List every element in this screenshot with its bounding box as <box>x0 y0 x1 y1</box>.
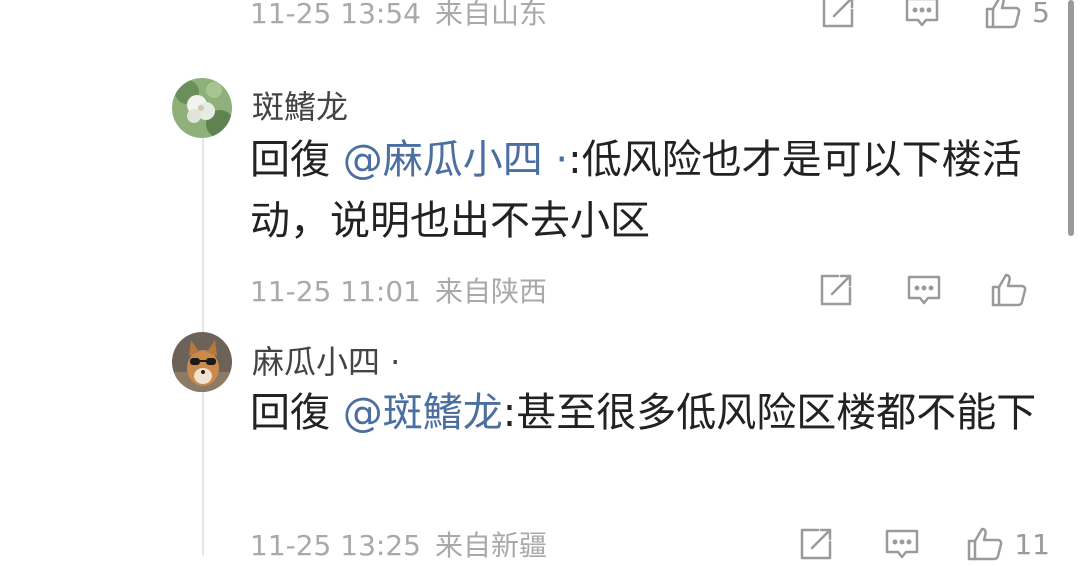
comment-button[interactable] <box>884 526 920 562</box>
share-icon <box>801 528 832 560</box>
comment-body: 回復 @麻瓜小四 ·:低风险也才是可以下楼活动，说明也出不去小区 <box>250 130 1050 252</box>
comment-actions: 11 <box>798 522 1050 566</box>
comment-icon <box>907 275 941 305</box>
share-icon <box>820 274 852 306</box>
like-icon <box>991 273 1027 307</box>
comment-meta: 11-25 11:01 来自陕西 <box>250 268 1050 312</box>
like-button[interactable]: 5 <box>984 0 1050 30</box>
comment-text: :甚至很多低风险区楼都不能下 <box>502 390 1037 436</box>
reply-prefix: 回復 <box>250 137 330 183</box>
share-icon <box>822 0 854 28</box>
like-button[interactable]: 11 <box>966 526 1050 562</box>
avatar-flower-image <box>172 78 232 138</box>
share-button[interactable] <box>820 0 856 30</box>
comment-button[interactable] <box>906 272 942 308</box>
comment-source: 来自新疆 <box>434 529 547 562</box>
comment-source: 来自山东 <box>434 0 547 30</box>
comment-meta: 11-25 13:25 来自新疆 11 <box>250 522 1050 566</box>
like-icon <box>968 527 1003 561</box>
comment-button[interactable] <box>904 0 940 30</box>
comment-time: 11-25 13:54 <box>250 0 421 30</box>
comment-actions <box>818 268 1050 312</box>
comment-time: 11-25 13:25 <box>250 529 421 562</box>
share-button[interactable] <box>818 272 854 308</box>
mention-link[interactable]: @斑鰭龙 <box>343 390 503 436</box>
comment-meta-text: 11-25 11:01 来自陕西 <box>250 270 547 310</box>
comment-meta-text: 11-25 13:25 来自新疆 <box>250 524 547 564</box>
comment-time: 11-25 11:01 <box>250 275 421 308</box>
scrollbar[interactable] <box>1068 0 1074 236</box>
reply-prefix: 回復 <box>250 390 330 436</box>
comment-body: 回復 @斑鰭龙:甚至很多低风险区楼都不能下 <box>250 383 1050 444</box>
share-button[interactable] <box>798 526 834 562</box>
comment-icon <box>886 529 919 559</box>
like-button[interactable] <box>990 272 1038 308</box>
comment-source: 来自陕西 <box>434 275 547 308</box>
comment-icon <box>905 0 939 27</box>
comment-actions: 5 <box>820 0 1050 34</box>
avatar-dog-image <box>172 332 232 392</box>
avatar[interactable] <box>172 332 232 392</box>
comment-meta-text: 11-25 13:54 来自山东 <box>250 0 547 32</box>
comment-meta: 11-25 13:54 来自山东 5 <box>250 0 1050 34</box>
mention-link[interactable]: @麻瓜小四 · <box>343 137 568 183</box>
comment-author[interactable]: 麻瓜小四 · <box>252 337 400 383</box>
comment-author[interactable]: 斑鰭龙 <box>252 82 348 128</box>
avatar[interactable] <box>172 78 232 138</box>
like-count: 5 <box>1032 0 1050 29</box>
like-icon <box>985 0 1021 29</box>
